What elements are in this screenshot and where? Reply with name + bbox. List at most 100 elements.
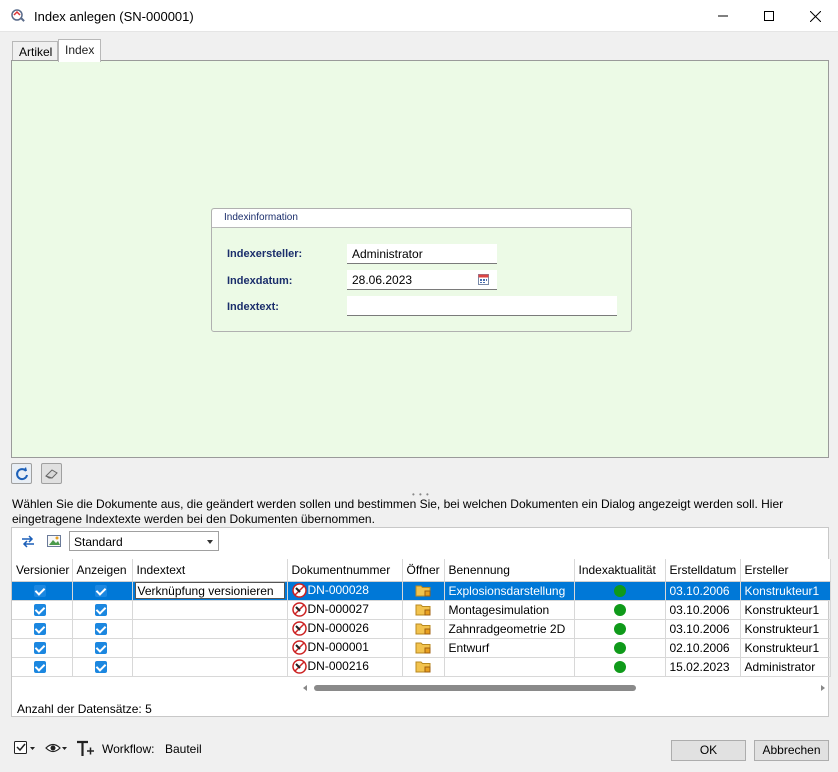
- col-header-dokumentnummer[interactable]: Dokumentnummer: [287, 559, 403, 582]
- col-header-anzeigen[interactable]: Anzeigen: [72, 559, 133, 582]
- ok-button[interactable]: OK: [671, 740, 746, 761]
- opener-cell[interactable]: [402, 657, 445, 677]
- benennung-cell[interactable]: Zahnradgeometrie 2D: [444, 619, 575, 639]
- creator-field[interactable]: Administrator: [347, 244, 497, 264]
- index-text-field[interactable]: [347, 296, 617, 316]
- workflow-label: Workflow:: [102, 742, 155, 756]
- scrollbar-thumb[interactable]: [314, 685, 636, 691]
- versionieren-checkbox[interactable]: [34, 585, 46, 598]
- versionieren-checkbox[interactable]: [34, 661, 46, 674]
- col-header-benennung[interactable]: Benennung: [444, 559, 575, 582]
- docnum-value: DN-000001: [307, 639, 369, 654]
- datum-cell[interactable]: 03.10.2006: [665, 581, 741, 601]
- folder-icon[interactable]: [407, 641, 440, 654]
- date-field[interactable]: 28.06.2023: [347, 270, 497, 290]
- col-header-indextext[interactable]: Indextext: [132, 559, 288, 582]
- ersteller-cell[interactable]: Konstrukteur1: [740, 619, 831, 639]
- docnum-cell[interactable]: DN-000026: [287, 619, 403, 639]
- folder-icon[interactable]: [407, 603, 440, 616]
- folder-icon[interactable]: [407, 584, 440, 597]
- anzeigen-cell[interactable]: [72, 600, 133, 620]
- datum-cell[interactable]: 03.10.2006: [665, 600, 741, 620]
- anzeigen-checkbox[interactable]: [94, 623, 107, 636]
- anzeigen-cell[interactable]: [72, 657, 133, 677]
- indextext-cell[interactable]: [132, 657, 288, 677]
- anzeigen-cell[interactable]: [72, 619, 133, 639]
- col-header-versionieren[interactable]: Versionier: [12, 559, 73, 582]
- versionieren-cell[interactable]: [12, 638, 73, 658]
- indextext-editor[interactable]: Verknüpfung versionieren: [134, 582, 285, 599]
- benennung-cell[interactable]: Explosionsdarstellung: [444, 581, 575, 601]
- versionieren-checkbox[interactable]: [34, 642, 46, 655]
- indextext-cell[interactable]: Verknüpfung versionieren: [132, 581, 288, 601]
- datum-cell[interactable]: 03.10.2006: [665, 619, 741, 639]
- datum-value: 03.10.2006: [669, 621, 730, 636]
- opener-cell[interactable]: [402, 581, 445, 601]
- ersteller-cell[interactable]: Konstrukteur1: [740, 581, 831, 601]
- calendar-icon[interactable]: [478, 274, 489, 285]
- cancel-button[interactable]: Abbrechen: [754, 740, 829, 761]
- anzeigen-checkbox[interactable]: [94, 585, 107, 598]
- docnum-cell[interactable]: DN-000028: [287, 581, 403, 601]
- col-header-erstelldatum[interactable]: Erstelldatum: [665, 559, 741, 582]
- datum-cell[interactable]: 02.10.2006: [665, 638, 741, 658]
- horizontal-scrollbar[interactable]: [302, 682, 828, 694]
- folder-icon[interactable]: [407, 660, 440, 673]
- opener-cell[interactable]: [402, 638, 445, 658]
- table-row[interactable]: Verknüpfung versionieren DN-000028 Explosi…: [12, 581, 831, 601]
- anzeigen-cell[interactable]: [72, 638, 133, 658]
- anzeigen-checkbox[interactable]: [94, 661, 107, 674]
- checkbox-menu-button[interactable]: [13, 740, 37, 760]
- document-type-icon: [291, 602, 308, 617]
- versionieren-cell[interactable]: [12, 657, 73, 677]
- anzeigen-checkbox[interactable]: [94, 604, 107, 617]
- refresh-button[interactable]: [11, 463, 32, 484]
- docnum-cell[interactable]: DN-000001: [287, 638, 403, 658]
- docnum-cell[interactable]: DN-000027: [287, 600, 403, 620]
- indextext-cell[interactable]: [132, 600, 288, 620]
- col-header-indexaktualitaet[interactable]: Indexaktualität: [574, 559, 666, 582]
- versionieren-cell[interactable]: [12, 600, 73, 620]
- image-view-icon[interactable]: [46, 533, 62, 549]
- versionieren-cell[interactable]: [12, 581, 73, 601]
- group-header: Indexinformation: [212, 209, 631, 228]
- datum-cell[interactable]: 15.02.2023: [665, 657, 741, 677]
- ersteller-cell[interactable]: Administrator: [740, 657, 831, 677]
- ersteller-cell[interactable]: Konstrukteur1: [740, 638, 831, 658]
- opener-cell[interactable]: [402, 619, 445, 639]
- opener-cell[interactable]: [402, 600, 445, 620]
- versionieren-cell[interactable]: [12, 619, 73, 639]
- table-row[interactable]: DN-000026 Zahnradgeometrie 2D 03.10.2006 Ko…: [12, 619, 831, 639]
- table-row[interactable]: DN-000027 Montagesimulation 03.10.2006 Kons…: [12, 600, 831, 620]
- benennung-value: Montagesimulation: [448, 602, 550, 617]
- minimize-button[interactable]: [700, 0, 746, 32]
- col-header-ersteller[interactable]: Ersteller: [740, 559, 831, 582]
- anzeigen-cell[interactable]: [72, 581, 133, 601]
- tab-artikel[interactable]: Artikel: [12, 41, 58, 61]
- benennung-cell[interactable]: [444, 657, 575, 677]
- col-header-oeffner[interactable]: Öffner: [402, 559, 445, 582]
- swap-icon[interactable]: [20, 533, 36, 549]
- datum-value: 02.10.2006: [669, 640, 730, 655]
- folder-icon[interactable]: [407, 622, 440, 635]
- benennung-cell[interactable]: Entwurf: [444, 638, 575, 658]
- indextext-cell[interactable]: [132, 638, 288, 658]
- table-row[interactable]: DN-000216 15.02.2023 Administrator: [12, 657, 831, 677]
- table-row[interactable]: DN-000001 Entwurf 02.10.2006 Konstrukteur1: [12, 638, 831, 658]
- close-button[interactable]: [792, 0, 838, 32]
- text-format-button[interactable]: [76, 740, 96, 760]
- indextext-cell[interactable]: [132, 619, 288, 639]
- benennung-cell[interactable]: Montagesimulation: [444, 600, 575, 620]
- eraser-button[interactable]: [41, 463, 62, 484]
- visibility-menu-button[interactable]: [45, 740, 69, 760]
- versionieren-checkbox[interactable]: [34, 604, 46, 617]
- view-select[interactable]: Standard: [69, 531, 219, 551]
- ersteller-cell[interactable]: Konstrukteur1: [740, 600, 831, 620]
- scroll-left-icon[interactable]: [302, 685, 308, 691]
- tab-index[interactable]: Index: [58, 39, 101, 62]
- docnum-cell[interactable]: DN-000216: [287, 657, 403, 677]
- maximize-button[interactable]: [746, 0, 792, 32]
- scroll-right-icon[interactable]: [820, 685, 826, 691]
- versionieren-checkbox[interactable]: [34, 623, 46, 636]
- anzeigen-checkbox[interactable]: [94, 642, 107, 655]
